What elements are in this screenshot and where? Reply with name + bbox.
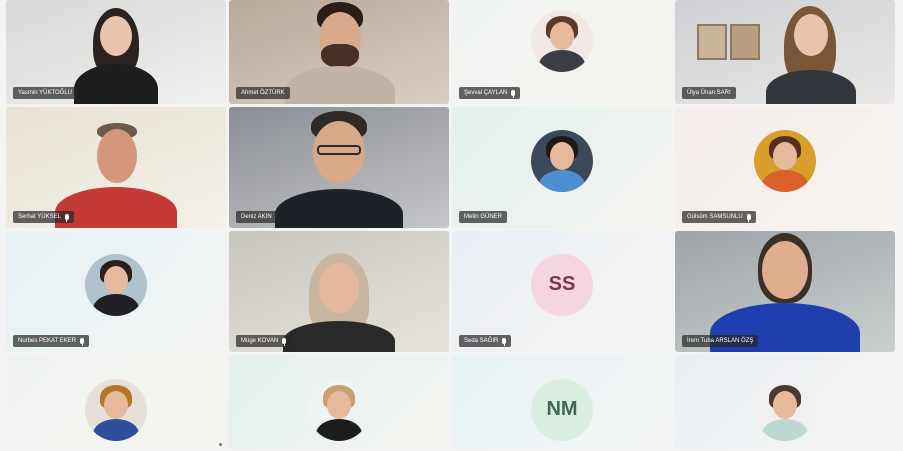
participant-tile[interactable]: NM — [452, 355, 672, 450]
muted-mic-icon — [282, 338, 287, 346]
participant-tile[interactable] — [6, 355, 226, 450]
participant-name: Deniz AKIN — [241, 214, 272, 220]
initials-avatar: NM — [531, 378, 593, 441]
avatar — [85, 378, 147, 441]
avatar — [308, 378, 370, 441]
participant-name-label: Müge KOVAN — [236, 335, 292, 347]
participant-tile[interactable]: Serhat YÜKSEL — [6, 107, 226, 228]
muted-mic-icon — [511, 90, 516, 98]
participant-name: Yasmin YÜKTOĞLU — [18, 90, 73, 96]
muted-mic-icon — [80, 338, 85, 346]
participant-tile[interactable] — [675, 355, 895, 450]
participant-name-label: Ahmet ÖZTÜRK — [236, 87, 290, 99]
avatar — [85, 253, 147, 316]
participant-video — [269, 0, 409, 104]
participant-name: Seda SAĞIR — [464, 338, 499, 344]
participant-name-label: Gülsüm SAMSUNLU — [682, 211, 756, 223]
participant-name-label: Seda SAĞIR — [459, 335, 512, 347]
participant-name-label: Metin GÜNER — [459, 211, 508, 223]
muted-mic-icon — [64, 214, 69, 222]
participant-name-label: Şevval ÇAYLAN — [459, 87, 521, 99]
participant-tile[interactable] — [229, 355, 449, 450]
avatar — [754, 129, 816, 192]
participant-tile[interactable]: Ülya Ünan SARI — [675, 0, 895, 104]
participant-name: Nurbes PEKAT EKER — [18, 338, 77, 344]
participant-name: Gülsüm SAMSUNLU — [687, 214, 743, 220]
muted-mic-icon — [502, 338, 507, 346]
participant-name: Metin GÜNER — [464, 214, 503, 220]
participant-tile[interactable]: Deniz AKIN — [229, 107, 449, 228]
participant-name-label: Deniz AKIN — [236, 211, 277, 223]
participant-name: Ülya Ünan SARI — [687, 90, 731, 96]
participant-video — [259, 107, 419, 228]
muted-mic-icon — [746, 214, 751, 222]
participant-video — [756, 0, 866, 104]
video-grid: Yasmin YÜKTOĞLU Ahmet ÖZTÜRK Şevval ÇAYL… — [6, 0, 895, 451]
participant-tile[interactable]: Yasmin YÜKTOĞLU — [6, 0, 226, 104]
participant-name-label: Serhat YÜKSEL — [13, 211, 74, 223]
participant-name-label: İrem Tuba ARSLAN ÖZŞ — [682, 335, 759, 347]
participant-tile[interactable]: SS Seda SAĞIR — [452, 231, 672, 352]
participant-tile[interactable]: Gülsüm SAMSUNLU — [675, 107, 895, 228]
participant-name: İrem Tuba ARSLAN ÖZŞ — [687, 338, 754, 344]
participant-tile[interactable]: Ahmet ÖZTÜRK — [229, 0, 449, 104]
participant-name-label: Yasmin YÜKTOĞLU — [13, 87, 78, 99]
wall-picture — [697, 24, 727, 60]
participant-tile[interactable]: Müge KOVAN — [229, 231, 449, 352]
participant-video — [269, 231, 409, 352]
participant-video — [41, 107, 191, 228]
avatar — [531, 10, 593, 72]
participant-video — [700, 231, 870, 352]
avatar — [754, 378, 816, 441]
participant-name-label: Ülya Ünan SARI — [682, 87, 736, 99]
participant-name: Ahmet ÖZTÜRK — [241, 90, 285, 96]
participant-name: Şevval ÇAYLAN — [464, 90, 508, 96]
participant-name: Müge KOVAN — [241, 338, 279, 344]
participant-name: Serhat YÜKSEL — [18, 214, 61, 220]
participant-tile[interactable]: Metin GÜNER — [452, 107, 672, 228]
initials-avatar: SS — [531, 253, 593, 316]
participant-name-label: Nurbes PEKAT EKER — [13, 335, 90, 347]
participant-tile[interactable]: Şevval ÇAYLAN — [452, 0, 672, 104]
avatar — [531, 129, 593, 192]
participant-tile[interactable]: Nurbes PEKAT EKER — [6, 231, 226, 352]
participant-tile[interactable]: İrem Tuba ARSLAN ÖZŞ — [675, 231, 895, 352]
more-icon — [219, 443, 222, 446]
